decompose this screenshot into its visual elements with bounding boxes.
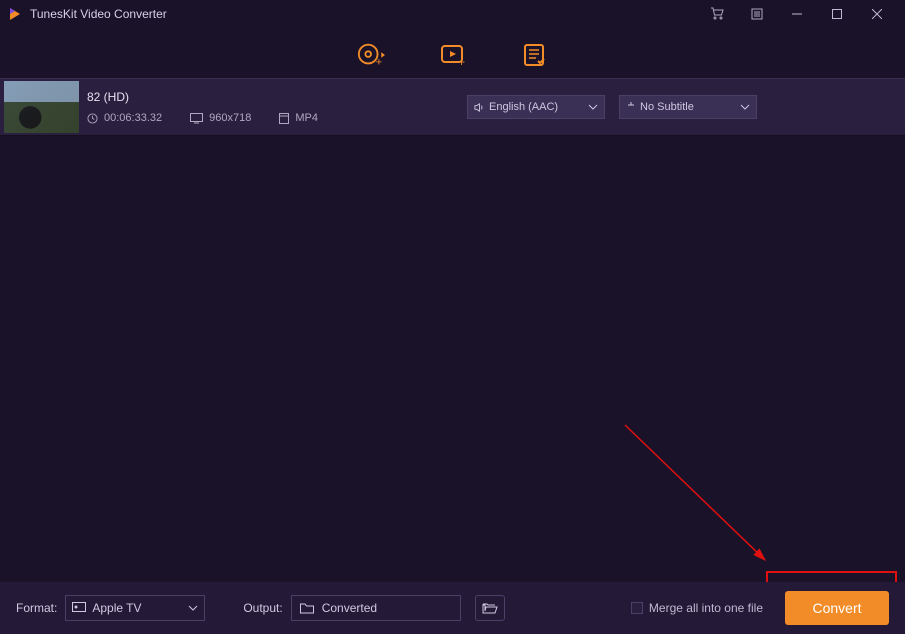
duration-value: 00:06:33.32: [104, 112, 162, 124]
output-path-select[interactable]: Converted: [291, 595, 461, 621]
open-folder-icon: [482, 602, 498, 614]
format-select[interactable]: Apple TV: [65, 595, 205, 621]
output-value: Converted: [322, 601, 377, 615]
video-thumbnail[interactable]: [4, 81, 79, 133]
main-toolbar: + +: [0, 28, 905, 78]
svg-text:+: +: [458, 55, 465, 68]
svg-text:+: +: [375, 56, 382, 68]
minimize-button[interactable]: [787, 4, 807, 24]
maximize-button[interactable]: [827, 4, 847, 24]
duration-meta: 00:06:33.32: [87, 112, 162, 124]
output-label: Output:: [243, 601, 282, 615]
file-row[interactable]: 82 (HD) 00:06:33.32 960x718 MP4 English …: [0, 78, 905, 136]
close-button[interactable]: [867, 4, 887, 24]
appletv-icon: [72, 602, 86, 614]
subtitle-icon: [626, 102, 636, 113]
chevron-down-icon: [588, 104, 598, 110]
merge-label: Merge all into one file: [649, 601, 763, 615]
add-disc-button[interactable]: +: [357, 41, 385, 69]
annotation-arrow-icon: [620, 420, 780, 580]
resolution-meta: 960x718: [190, 112, 251, 124]
audio-track-select[interactable]: English (AAC): [467, 95, 605, 119]
open-output-folder-button[interactable]: [475, 595, 505, 621]
format-label: Format:: [16, 601, 57, 615]
add-video-button[interactable]: +: [439, 41, 467, 69]
file-name: 82 (HD): [87, 90, 318, 104]
convert-label: Convert: [812, 600, 861, 616]
title-bar: TunesKit Video Converter: [0, 0, 905, 28]
chevron-down-icon: [740, 104, 750, 110]
merge-checkbox[interactable]: [631, 602, 643, 614]
audio-track-value: English (AAC): [489, 101, 558, 113]
cart-icon[interactable]: [707, 4, 727, 24]
resolution-value: 960x718: [209, 112, 251, 124]
converted-list-button[interactable]: [521, 41, 549, 69]
folder-icon: [300, 603, 314, 614]
bottom-bar: Format: Apple TV Output: Converted Merge…: [0, 582, 905, 634]
app-title: TunesKit Video Converter: [30, 7, 707, 21]
merge-checkbox-group[interactable]: Merge all into one file: [631, 601, 763, 615]
display-icon: [190, 113, 203, 124]
container-meta: MP4: [279, 112, 318, 124]
speaker-icon: [474, 102, 485, 113]
clock-icon: [87, 113, 98, 124]
chevron-down-icon: [188, 605, 198, 611]
menu-icon[interactable]: [747, 4, 767, 24]
app-logo-icon: [6, 5, 24, 23]
subtitle-value: No Subtitle: [640, 101, 694, 113]
convert-button[interactable]: Convert: [785, 591, 889, 625]
container-value: MP4: [295, 112, 318, 124]
subtitle-select[interactable]: No Subtitle: [619, 95, 757, 119]
format-value: Apple TV: [92, 601, 141, 615]
file-icon: [279, 113, 289, 124]
